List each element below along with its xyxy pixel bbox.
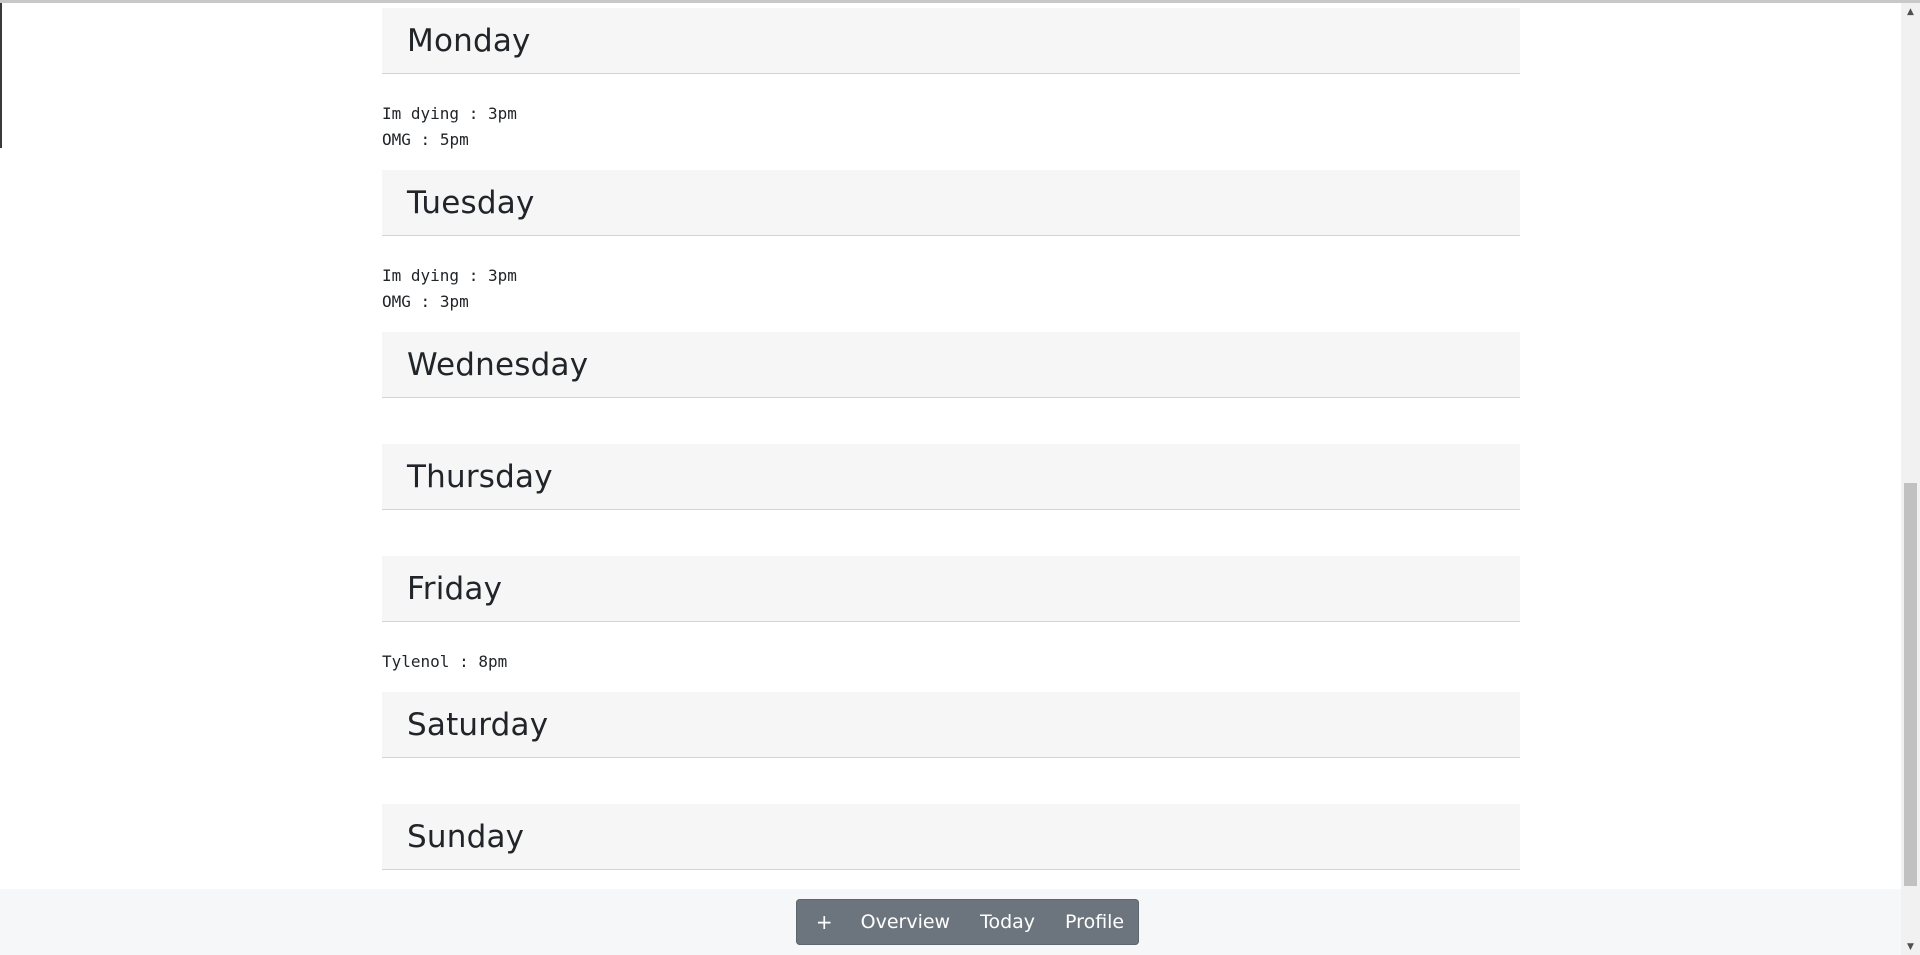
day-title: Saturday (407, 706, 549, 743)
profile-button[interactable]: Profile (1050, 899, 1139, 945)
medication-time: 3pm (439, 292, 469, 311)
week-schedule: Monday Im dying 3pm OMG 5pm Tuesday Im dyi… (382, 8, 1520, 870)
day-title: Wednesday (407, 346, 589, 383)
add-button[interactable]: + (796, 899, 846, 945)
day-header: Monday (382, 8, 1520, 74)
medication-time: 3pm (487, 266, 517, 285)
medication-item: Im dying 3pm (382, 263, 1520, 289)
page-viewport: Monday Im dying 3pm OMG 5pm Tuesday Im dyi… (0, 0, 1920, 955)
day-section-tuesday: Tuesday Im dying 3pm OMG 3pm (382, 170, 1520, 332)
day-header: Tuesday (382, 170, 1520, 236)
medication-name: Im dying (382, 104, 460, 123)
day-header: Friday (382, 556, 1520, 622)
day-section-wednesday: Wednesday (382, 332, 1520, 444)
day-section-monday: Monday Im dying 3pm OMG 5pm (382, 8, 1520, 170)
day-title: Monday (407, 22, 531, 59)
scroll-up-icon[interactable]: ▲ (1901, 3, 1920, 20)
vertical-scrollbar[interactable]: ▲ ▼ (1901, 3, 1920, 955)
medication-item: Im dying 3pm (382, 101, 1520, 127)
medication-time: 3pm (487, 104, 517, 123)
day-title: Sunday (407, 818, 525, 855)
medication-item: Tylenol 8pm (382, 649, 1520, 675)
window-edge (0, 3, 2, 148)
day-title: Friday (407, 570, 503, 607)
today-button[interactable]: Today (965, 899, 1050, 945)
medication-list: Im dying 3pm OMG 5pm (382, 74, 1520, 170)
bottom-nav-bar: + Overview Today Profile (0, 889, 1901, 955)
scrollbar-thumb[interactable] (1904, 483, 1917, 886)
medication-name: Tylenol (382, 652, 450, 671)
medication-time: 8pm (478, 652, 508, 671)
medication-item: OMG 5pm (382, 127, 1520, 153)
medication-name: OMG (382, 292, 411, 311)
medication-list (382, 398, 1520, 444)
day-section-friday: Friday Tylenol 8pm (382, 556, 1520, 692)
day-section-thursday: Thursday (382, 444, 1520, 556)
day-header: Wednesday (382, 332, 1520, 398)
day-header: Sunday (382, 804, 1520, 870)
day-section-saturday: Saturday (382, 692, 1520, 804)
nav-button-group: + Overview Today Profile (795, 899, 1140, 945)
overview-button[interactable]: Overview (846, 899, 965, 945)
medication-list (382, 510, 1520, 556)
medication-list (382, 758, 1520, 804)
day-title: Tuesday (407, 184, 535, 221)
medication-time: 5pm (439, 130, 469, 149)
day-title: Thursday (407, 458, 553, 495)
day-header: Thursday (382, 444, 1520, 510)
scroll-down-icon[interactable]: ▼ (1901, 938, 1920, 955)
medication-name: Im dying (382, 266, 460, 285)
day-header: Saturday (382, 692, 1520, 758)
medication-list: Im dying 3pm OMG 3pm (382, 236, 1520, 332)
medication-item: OMG 3pm (382, 289, 1520, 315)
medication-name: OMG (382, 130, 411, 149)
medication-list: Tylenol 8pm (382, 622, 1520, 692)
day-section-sunday: Sunday (382, 804, 1520, 870)
